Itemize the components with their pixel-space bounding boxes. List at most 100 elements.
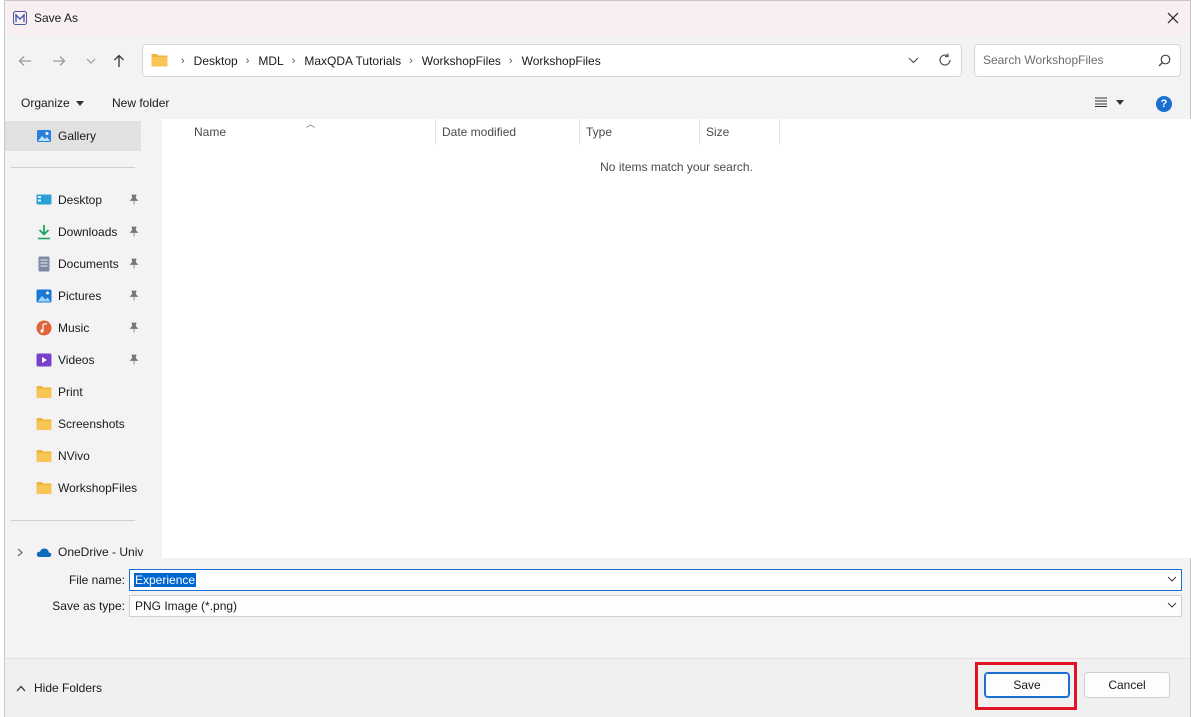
chevron-up-icon [16,685,26,691]
sidebar-item-pictures[interactable]: Pictures [5,281,141,311]
sidebar-item-desktop[interactable]: Desktop [5,185,141,215]
column-label: Type [586,125,613,139]
view-options-button[interactable] [1095,97,1124,107]
sidebar-item-label: Videos [58,353,95,367]
file-name-field[interactable]: Experience [129,569,1182,591]
pin-icon [129,322,139,333]
sidebar-item-downloads[interactable]: Downloads [5,217,141,247]
folder-icon [36,418,52,430]
save-button[interactable]: Save [984,672,1070,698]
save-as-type-select[interactable]: PNG Image (*.png) [129,595,1182,617]
up-button[interactable] [107,49,131,73]
navigation-pane: Gallery Desktop Downloads Documents Pict… [5,119,145,558]
list-view-icon [1095,97,1107,107]
new-folder-button[interactable]: New folder [112,96,169,110]
breadcrumb-item[interactable]: WorkshopFiles [522,54,601,68]
breadcrumb-item[interactable]: WorkshopFiles [422,54,501,68]
column-header-type[interactable]: Type [580,119,700,145]
breadcrumb-item[interactable]: MaxQDA Tutorials [304,54,401,68]
chevron-down-icon [86,58,96,64]
column-label: Date modified [442,125,517,139]
sidebar-item-label: WorkshopFiles [58,481,138,495]
maxqda-app-icon [13,11,27,25]
sidebar-item-nvivo[interactable]: NVivo [5,441,141,471]
chevron-right-icon: › [291,55,296,67]
cancel-button[interactable]: Cancel [1084,672,1170,698]
search-icon [1158,54,1171,67]
expand-chevron-icon[interactable] [17,548,23,557]
arrow-right-icon [53,56,66,66]
empty-message: No items match your search. [600,160,753,174]
chevron-down-icon [1167,602,1177,608]
sidebar-item-label: NVivo [58,449,90,463]
pin-icon [129,226,139,237]
command-bar: Organize New folder ? [5,87,1190,119]
folder-icon [36,386,52,398]
organize-button[interactable]: Organize [21,96,84,110]
sidebar-item-onedrive[interactable]: OneDrive - Univ [5,537,144,558]
address-dropdown-icon[interactable] [908,54,919,66]
file-name-value: Experience [134,573,197,587]
sidebar-item-screenshots[interactable]: Screenshots [5,409,141,439]
sidebar-item-label: Documents [58,257,119,271]
caret-down-icon [1116,99,1124,105]
save-as-type-value: PNG Image (*.png) [135,599,238,613]
sidebar-item-documents[interactable]: Documents [5,249,141,279]
search-box[interactable] [974,44,1181,77]
folder-icon [151,54,168,67]
breadcrumb: › Desktop › MDL › MaxQDA Tutorials › Wor… [173,54,601,68]
column-label: Size [706,125,730,139]
forward-button[interactable] [47,49,71,73]
videos-icon [36,353,52,367]
close-icon [1167,12,1179,24]
sidebar-item-label: Print [58,385,83,399]
file-name-label: File name: [68,573,125,587]
column-header-date-modified[interactable]: Date modified [436,119,580,145]
back-button[interactable] [13,49,37,73]
sidebar-item-gallery[interactable]: Gallery [5,121,141,151]
breadcrumb-item[interactable]: MDL [258,54,283,68]
folder-icon [36,450,52,462]
folder-icon [36,482,52,494]
file-list: Name ︿ Date modified Type Size No items … [162,119,1191,558]
music-icon [36,320,52,336]
pictures-icon [36,289,52,303]
organize-label: Organize [21,96,70,110]
help-button[interactable]: ? [1156,96,1172,112]
sidebar-item-label: Screenshots [58,417,125,431]
hide-folders-label: Hide Folders [34,681,103,695]
save-as-type-label: Save as type: [52,599,125,613]
sidebar-item-videos[interactable]: Videos [5,345,141,375]
sidebar-divider [11,167,135,168]
window-title: Save As [34,11,79,25]
save-button-label: Save [1013,678,1041,692]
gallery-icon [37,130,51,142]
column-header-name[interactable]: Name ︿ [188,119,436,145]
save-as-dialog: Save As › Desktop › MDL › MaxQDA Tutoria… [4,0,1191,717]
refresh-icon[interactable] [938,53,952,67]
close-button[interactable] [1156,1,1190,35]
breadcrumb-item[interactable]: Desktop [194,54,238,68]
sidebar-item-label: OneDrive - Univ [58,545,144,558]
dialog-footer: Hide Folders Save Cancel [5,658,1190,717]
help-icon: ? [1160,98,1168,110]
address-bar[interactable]: › Desktop › MDL › MaxQDA Tutorials › Wor… [142,44,962,77]
sidebar-item-label: Gallery [58,129,97,143]
search-input[interactable] [983,53,1148,67]
sidebar-item-print[interactable]: Print [5,377,141,407]
recent-locations-button[interactable] [79,49,103,73]
chevron-down-icon[interactable] [1167,576,1177,583]
sidebar-item-label: Downloads [58,225,118,239]
chevron-right-icon: › [181,55,185,67]
caret-down-icon [75,100,84,106]
column-header-size[interactable]: Size [700,119,780,145]
sidebar-divider [11,520,135,521]
new-folder-label: New folder [112,96,170,110]
hide-folders-button[interactable]: Hide Folders [16,681,102,695]
sidebar-item-workshopfiles[interactable]: WorkshopFiles [5,473,141,503]
sort-ascending-icon: ︿ [306,119,316,129]
column-label: Name [194,125,227,139]
documents-icon [38,256,50,272]
sidebar-item-label: Music [58,321,90,335]
sidebar-item-music[interactable]: Music [5,313,141,343]
